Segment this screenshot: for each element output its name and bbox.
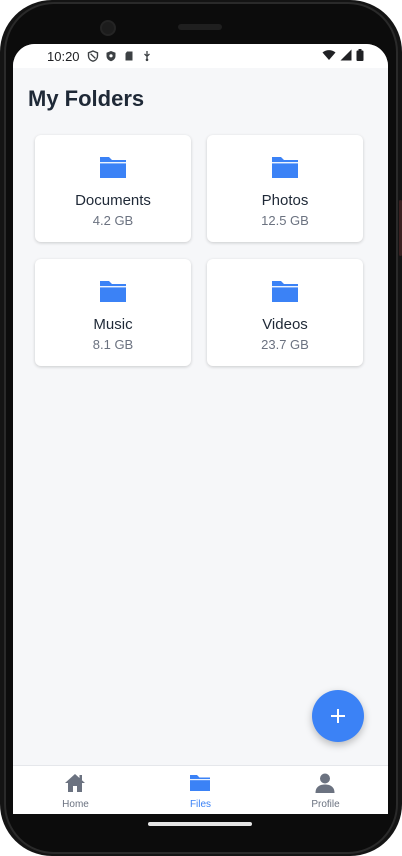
folder-icon <box>272 157 298 178</box>
folder-icon <box>190 775 210 791</box>
front-camera <box>100 20 116 36</box>
folder-name: Music <box>93 316 133 333</box>
folder-size: 23.7 GB <box>261 337 309 352</box>
folder-card-music[interactable]: Music 8.1 GB <box>35 259 191 366</box>
gesture-bar[interactable] <box>148 822 252 826</box>
earpiece-speaker <box>178 24 222 30</box>
status-notification-icons <box>87 50 153 62</box>
folder-name: Documents <box>75 192 151 209</box>
bottom-nav: Home Files Profile <box>13 765 388 814</box>
folder-icon <box>100 281 126 302</box>
plus-icon <box>331 709 345 723</box>
folder-icon <box>100 157 126 178</box>
usb-debug-icon <box>143 51 150 62</box>
status-system-icons <box>322 49 364 61</box>
nav-item-profile[interactable]: Profile <box>263 766 388 814</box>
home-icon <box>65 774 85 792</box>
sd-card-icon <box>125 51 133 61</box>
folder-size: 4.2 GB <box>92 213 134 228</box>
status-time: 10:20 <box>47 48 80 64</box>
folder-card-documents[interactable]: Documents 4.2 GB <box>35 135 191 242</box>
nav-label-home: Home <box>62 799 89 810</box>
status-bar: 10:20 <box>13 44 388 68</box>
folder-card-photos[interactable]: Photos 12.5 GB <box>207 135 363 242</box>
folder-card-videos[interactable]: Videos 23.7 GB <box>207 259 363 366</box>
nav-item-home[interactable]: Home <box>13 766 138 814</box>
phone-frame: 10:20 My Folders Documents 4.2 GB Photos… <box>0 0 402 856</box>
signal-icon <box>340 49 352 61</box>
person-icon <box>315 773 335 793</box>
folder-name: Photos <box>261 192 309 209</box>
folder-name: Videos <box>262 316 308 333</box>
nav-label-files: Files <box>189 799 212 810</box>
vpn-shield-icon <box>87 50 98 62</box>
app-content: My Folders Documents 4.2 GB Photos 12.5 … <box>13 68 388 765</box>
screen: 10:20 My Folders Documents 4.2 GB Photos… <box>13 44 388 814</box>
add-folder-button[interactable] <box>312 690 364 742</box>
shield-icon <box>106 51 116 62</box>
folder-size: 12.5 GB <box>261 213 309 228</box>
page-title: My Folders <box>28 86 145 111</box>
folder-size: 8.1 GB <box>92 337 134 352</box>
nav-item-files[interactable]: Files <box>138 766 263 814</box>
battery-icon <box>356 49 364 61</box>
wifi-icon <box>322 50 336 60</box>
nav-label-profile: Profile <box>311 799 340 810</box>
folder-icon <box>272 281 298 302</box>
